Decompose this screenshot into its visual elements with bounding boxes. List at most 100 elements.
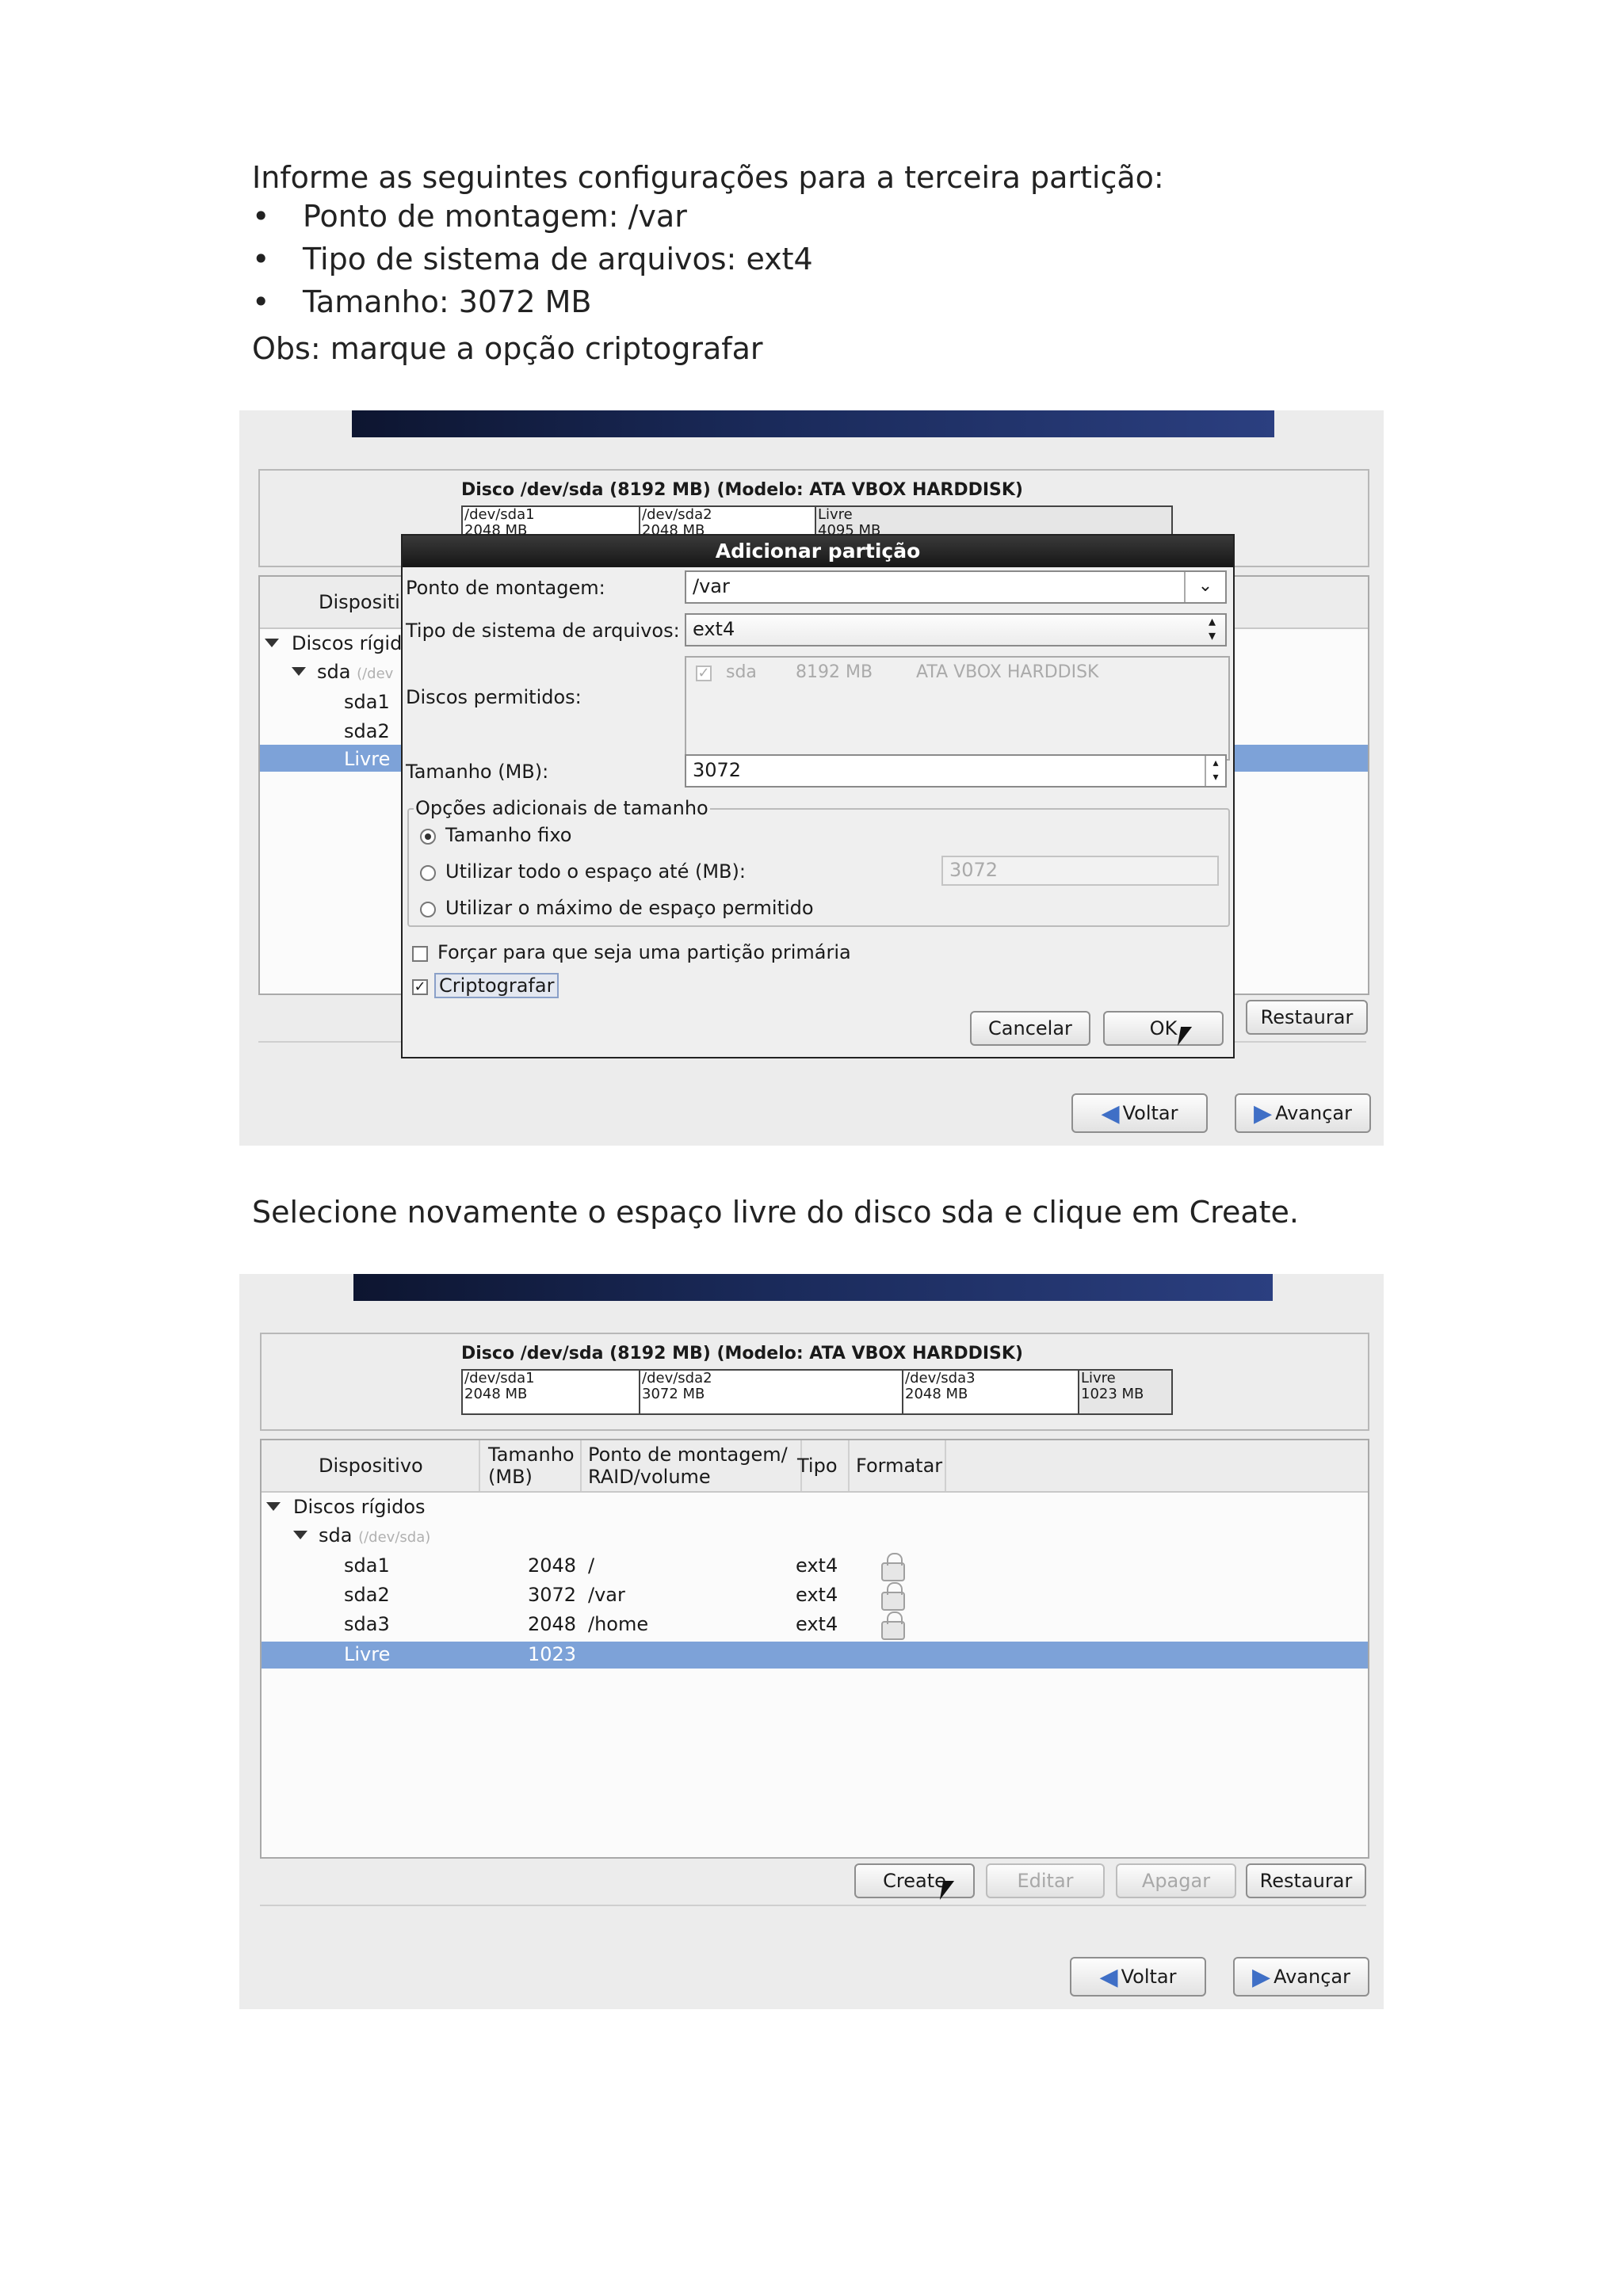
- spin-arrows-icon[interactable]: ▴ ▾: [1205, 756, 1225, 786]
- mount-label: Ponto de montagem:: [406, 577, 605, 599]
- cell-type: ext4: [796, 1584, 838, 1606]
- drives-label: Discos permitidos:: [406, 686, 582, 708]
- header-banner: [352, 410, 1274, 437]
- encrypt-checkbox[interactable]: ✓: [412, 979, 428, 995]
- screenshot-add-partition: Disco /dev/sda (8192 MB) (Modelo: ATA VB…: [239, 410, 1384, 1146]
- restore-button[interactable]: Restaurar: [1246, 1000, 1368, 1035]
- dialog-title: Adicionar partição: [403, 536, 1233, 567]
- restore-button[interactable]: Restaurar: [1246, 1863, 1366, 1898]
- column-header-mount[interactable]: Ponto de montagem/RAID/volume: [588, 1444, 788, 1488]
- tree-item: Livre: [344, 748, 391, 770]
- column-divider: [848, 1440, 850, 1491]
- segment-sda1[interactable]: /dev/sda1 2048 MB: [463, 507, 640, 537]
- tree-disk[interactable]: sda (/dev: [317, 661, 393, 683]
- cell-size: 2048: [528, 1554, 577, 1577]
- cell-mount: /home: [588, 1613, 649, 1635]
- column-header-type[interactable]: Tipo: [797, 1455, 838, 1477]
- column-divider: [479, 1440, 480, 1491]
- expander-icon[interactable]: [266, 1502, 281, 1511]
- expander-icon[interactable]: [293, 1531, 307, 1539]
- lock-icon: [881, 1611, 905, 1640]
- segment-sda2[interactable]: /dev/sda2 3072 MB: [640, 1371, 903, 1413]
- drives-list[interactable]: ✓ sda 8192 MB ATA VBOX HARDDISK: [685, 656, 1230, 761]
- next-button[interactable]: ▶ Avançar: [1233, 1957, 1369, 1997]
- lock-icon: [881, 1582, 905, 1611]
- cell-device: Livre: [344, 1643, 391, 1665]
- segment-sda2[interactable]: /dev/sda2 2048 MB: [640, 507, 816, 537]
- separator: [260, 1905, 1366, 1906]
- column-divider: [580, 1440, 582, 1491]
- add-partition-dialog: Adicionar partição Ponto de montagem: /v…: [401, 534, 1235, 1058]
- cell-mount: /: [588, 1554, 595, 1577]
- cancel-button[interactable]: Cancelar: [970, 1011, 1090, 1046]
- expander-icon[interactable]: [265, 639, 279, 647]
- selected-row[interactable]: Livre 1023: [262, 1642, 1368, 1669]
- edit-button[interactable]: Editar: [986, 1863, 1105, 1898]
- radio-fixed[interactable]: [420, 829, 436, 845]
- cell-type: ext4: [796, 1554, 838, 1577]
- drive-name: sda: [726, 662, 757, 682]
- intro-line: Informe as seguintes configurações para …: [252, 160, 1164, 195]
- drive-model: ATA VBOX HARDDISK: [916, 662, 1099, 682]
- bullet-item: • Tipo de sistema de arquivos: ext4: [252, 242, 813, 277]
- screenshot-partition-list: Disco /dev/sda (8192 MB) (Modelo: ATA VB…: [239, 1274, 1384, 2009]
- column-header-device[interactable]: Dispositivo: [319, 1455, 423, 1477]
- column-divider: [945, 1440, 946, 1491]
- cell-size: 1023: [528, 1643, 577, 1665]
- fstype-select[interactable]: ext4 ▴ ▾: [685, 613, 1227, 646]
- cell-mount: /var: [588, 1584, 625, 1606]
- radio-fill-max[interactable]: [420, 902, 436, 917]
- arrow-left-icon: ◀: [1099, 1963, 1118, 1991]
- drive-checkbox[interactable]: ✓: [696, 666, 712, 681]
- tree-item[interactable]: sda2: [344, 720, 390, 742]
- mount-point-combo[interactable]: /var ⌄: [685, 570, 1227, 604]
- tree-root[interactable]: Discos rígid: [292, 632, 402, 654]
- intro-note: Obs: marque a opção criptografar: [252, 331, 763, 366]
- force-primary-checkbox[interactable]: [412, 946, 428, 962]
- tree-disk[interactable]: sda (/dev/sda): [319, 1524, 430, 1547]
- table-row[interactable]: sda3 2048 /home ext4: [262, 1611, 1368, 1640]
- radio-fill-up-to[interactable]: [420, 865, 436, 881]
- updown-icon: ▴ ▾: [1208, 613, 1216, 644]
- back-button[interactable]: ◀ Voltar: [1070, 1957, 1206, 1997]
- cell-device: sda3: [344, 1613, 390, 1635]
- segment-sda1[interactable]: /dev/sda1 2048 MB: [463, 1371, 640, 1413]
- segment-sda3[interactable]: /dev/sda3 2048 MB: [903, 1371, 1079, 1413]
- next-button[interactable]: ▶ Avançar: [1235, 1093, 1371, 1133]
- tree-item[interactable]: sda1: [344, 691, 390, 713]
- middle-text: Selecione novamente o espaço livre do di…: [252, 1195, 1299, 1230]
- bullet-item: • Ponto de montagem: /var: [252, 199, 687, 234]
- fill-up-to-input[interactable]: 3072: [941, 856, 1219, 886]
- delete-button[interactable]: Apagar: [1116, 1863, 1236, 1898]
- cell-device: sda2: [344, 1584, 390, 1606]
- tree-root[interactable]: Discos rígidos: [293, 1496, 426, 1518]
- table-row[interactable]: sda2 3072 /var ext4: [262, 1582, 1368, 1611]
- lock-icon: [881, 1553, 905, 1581]
- size-label: Tamanho (MB):: [406, 761, 549, 783]
- force-primary-label[interactable]: Forçar para que seja uma partição primár…: [437, 941, 851, 963]
- segment-free[interactable]: Livre 1023 MB: [1079, 1371, 1171, 1413]
- header-banner: [353, 1274, 1273, 1301]
- size-options-group: Opções adicionais de tamanho Tamanho fix…: [407, 797, 1230, 927]
- column-header-device[interactable]: Dispositi: [319, 591, 400, 613]
- column-header-format[interactable]: Formatar: [856, 1455, 942, 1477]
- segment-free[interactable]: Livre 4095 MB: [816, 507, 1171, 537]
- cell-size: 2048: [528, 1613, 577, 1635]
- encrypt-label[interactable]: Criptografar: [434, 973, 559, 998]
- radio-fixed-label[interactable]: Tamanho fixo: [445, 824, 571, 846]
- create-button[interactable]: Create: [854, 1863, 975, 1898]
- fstype-label: Tipo de sistema de arquivos:: [406, 620, 680, 642]
- back-button[interactable]: ◀ Voltar: [1071, 1093, 1208, 1133]
- column-header-size[interactable]: Tamanho (MB): [488, 1444, 575, 1488]
- size-spinner[interactable]: 3072 ▴ ▾: [685, 754, 1227, 788]
- ok-button[interactable]: OK: [1103, 1011, 1224, 1046]
- radio-fill-max-label[interactable]: Utilizar o máximo de espaço permitido: [445, 897, 814, 919]
- expander-icon[interactable]: [292, 667, 306, 676]
- disk-title: Disco /dev/sda (8192 MB) (Modelo: ATA VB…: [461, 480, 1023, 500]
- disk-panel: Disco /dev/sda (8192 MB) (Modelo: ATA VB…: [260, 1333, 1369, 1431]
- disk-bar: /dev/sda1 2048 MB /dev/sda2 3072 MB /dev/s…: [461, 1369, 1173, 1415]
- cell-device: sda1: [344, 1554, 390, 1577]
- radio-fill-up-to-label[interactable]: Utilizar todo o espaço até (MB):: [445, 860, 746, 883]
- chevron-down-icon[interactable]: ⌄: [1184, 572, 1225, 602]
- table-row[interactable]: sda1 2048 / ext4: [262, 1553, 1368, 1581]
